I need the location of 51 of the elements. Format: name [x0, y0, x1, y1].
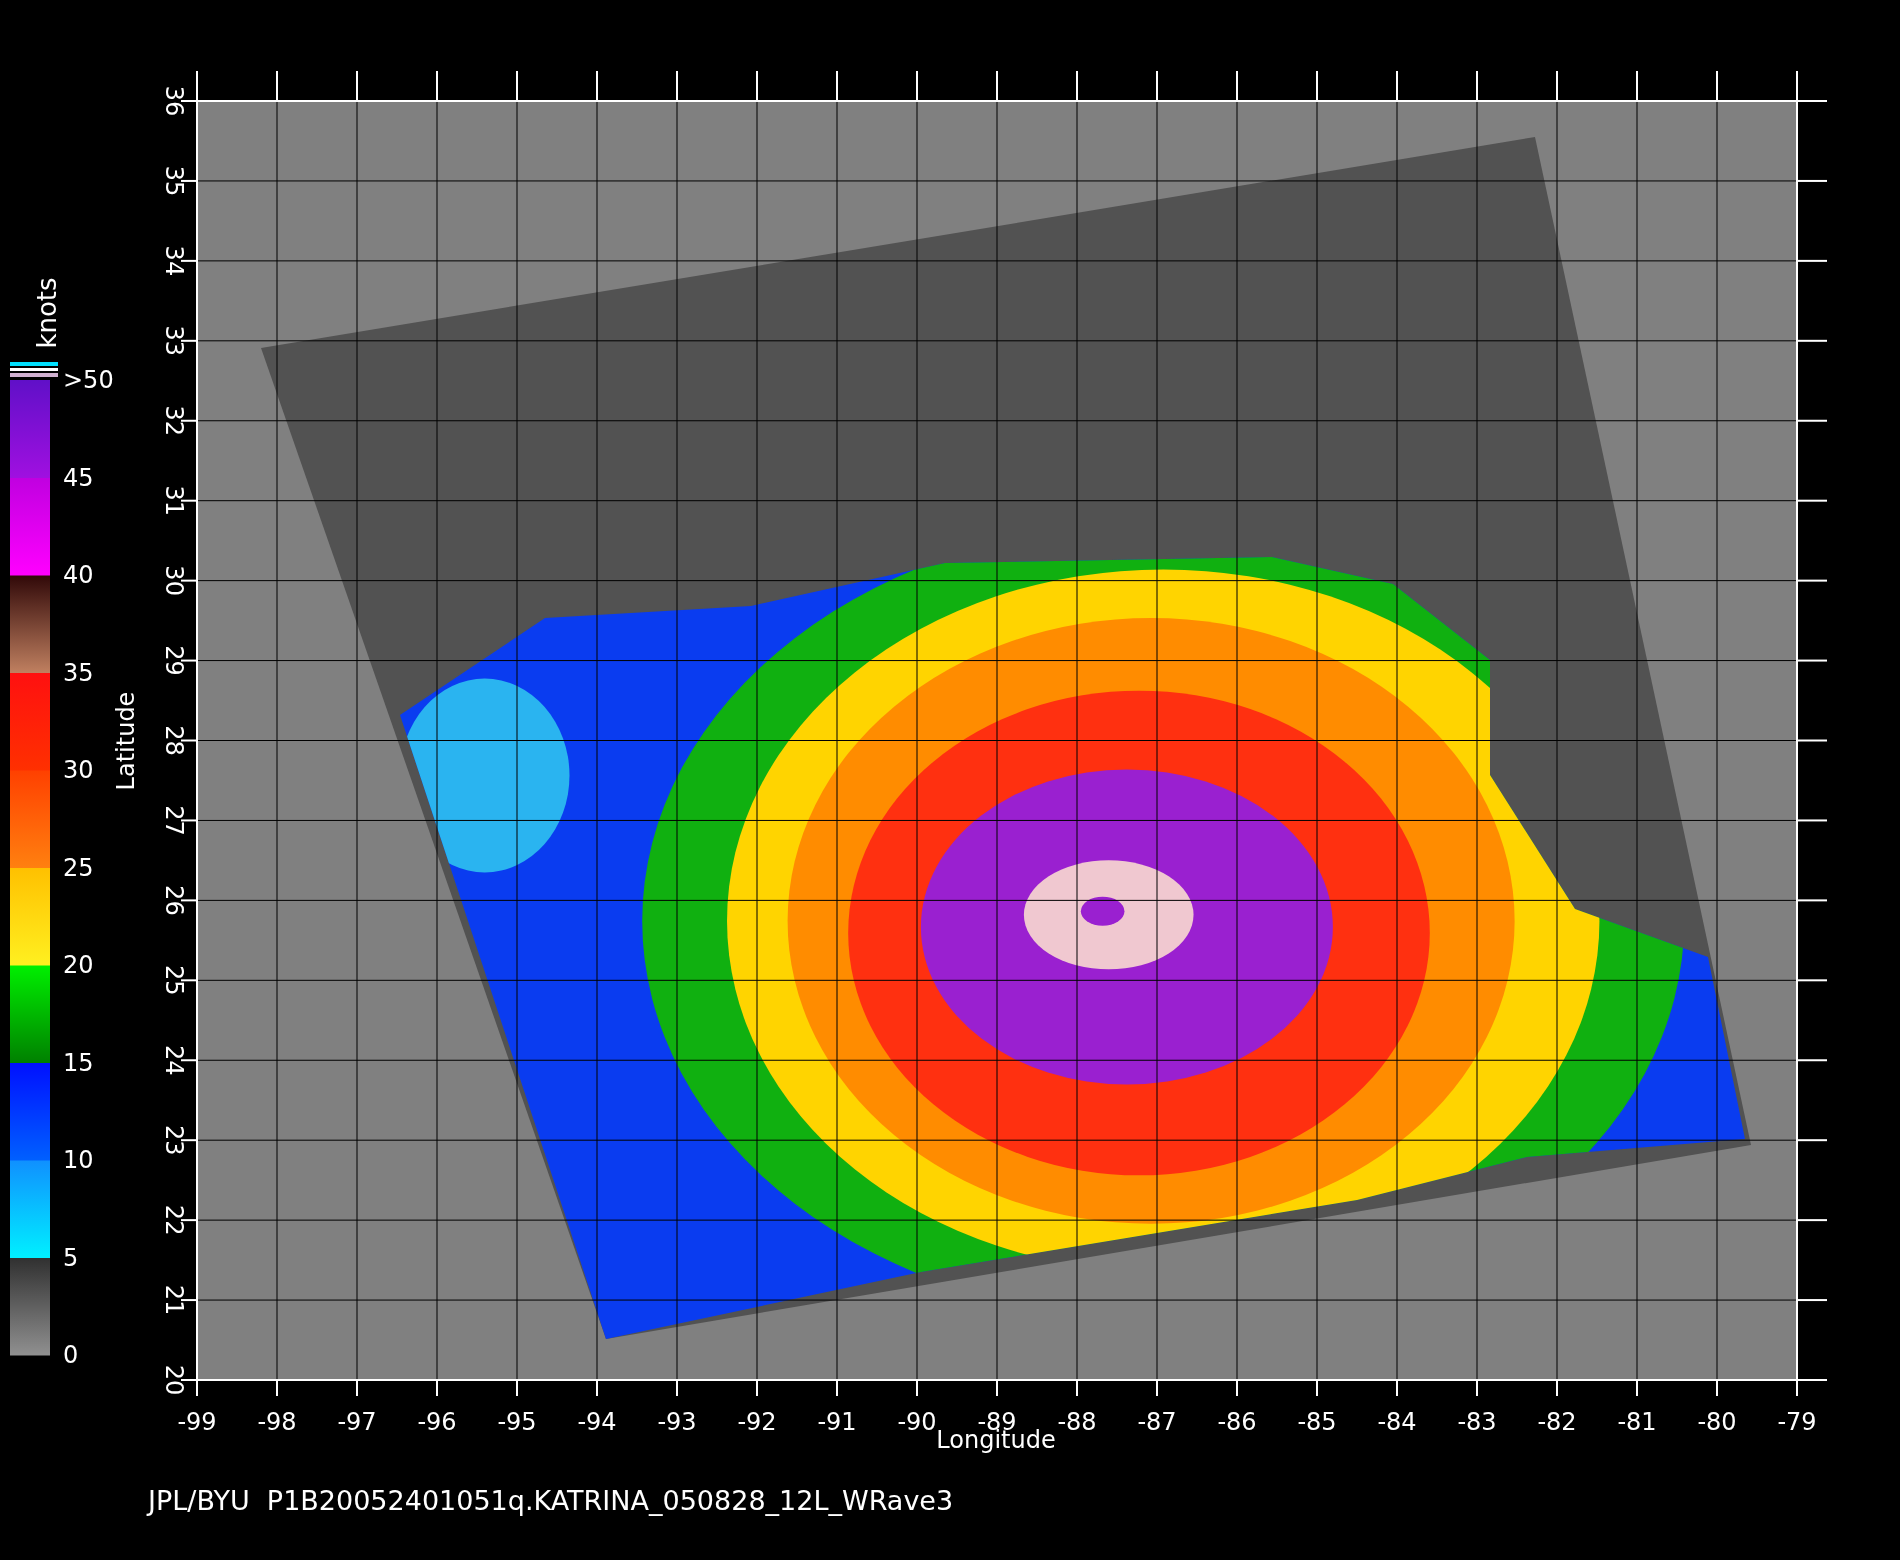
colorbar-tick-label: 40: [63, 561, 94, 589]
y-tick-label: 21: [160, 1284, 188, 1316]
y-tick-label: 20: [160, 1364, 188, 1396]
x-tick-label: -90: [897, 1408, 937, 1436]
y-tick-label: 25: [160, 965, 188, 996]
x-tick-label: -91: [817, 1408, 857, 1436]
colorbar-tick-label: 45: [63, 463, 94, 492]
colorbar-tick-label: 10: [63, 1146, 94, 1174]
x-tick-label: -86: [1217, 1408, 1257, 1436]
x-tick-label: -87: [1137, 1408, 1177, 1436]
y-tick-label: 31: [160, 485, 188, 516]
y-tick-label: 29: [160, 645, 188, 676]
x-tick-label: -95: [497, 1408, 537, 1436]
x-tick-label: -81: [1617, 1408, 1657, 1436]
x-tick-label: -98: [257, 1408, 297, 1436]
colorbar-tick-label: 20: [63, 951, 94, 979]
y-tick-label: 24: [160, 1045, 188, 1076]
x-tick-label: -94: [577, 1408, 617, 1436]
colorbar-tick-label: 35: [63, 658, 94, 687]
x-tick-label: -82: [1537, 1408, 1577, 1436]
x-tick-label: -80: [1697, 1408, 1737, 1436]
y-tick-label: 33: [160, 325, 188, 357]
colorbar-tick-label: 0: [63, 1341, 79, 1369]
colorbar-unit-label: knots: [32, 277, 62, 349]
x-tick-label: -99: [177, 1408, 217, 1436]
x-tick-label: -97: [337, 1408, 377, 1436]
x-tick-label: -88: [1057, 1408, 1097, 1436]
x-tick-label: -96: [417, 1408, 457, 1436]
y-tick-label: 30: [160, 565, 188, 596]
colorbar-tick-label: 30: [63, 756, 94, 784]
colorbar-tick-label: >50: [63, 366, 114, 394]
colorbar-tick-label: 25: [63, 853, 94, 882]
colorbar-tick-label: 5: [63, 1243, 79, 1272]
y-tick-label: 27: [160, 805, 188, 836]
y-axis-label: Latitude: [112, 691, 140, 791]
y-tick-label: 26: [160, 885, 188, 916]
x-tick-label: -93: [657, 1408, 697, 1436]
y-tick-label: 22: [160, 1204, 188, 1236]
y-tick-label: 23: [160, 1124, 188, 1156]
y-tick-label: 36: [160, 85, 188, 117]
x-tick-label: -92: [737, 1408, 777, 1436]
x-tick-label: -79: [1777, 1408, 1817, 1436]
x-tick-label: -85: [1297, 1408, 1337, 1436]
x-tick-label: -84: [1377, 1408, 1417, 1436]
x-tick-label: -83: [1457, 1408, 1497, 1436]
y-tick-label: 34: [160, 245, 188, 277]
colorbar-tick-label: 15: [63, 1048, 94, 1077]
figure-caption: JPL/BYU P1B20052401051q.KATRINA_050828_12L_WRave3: [148, 1485, 954, 1516]
y-tick-label: 35: [160, 165, 188, 197]
y-tick-label: 32: [160, 405, 188, 436]
y-tick-label: 28: [160, 725, 188, 756]
